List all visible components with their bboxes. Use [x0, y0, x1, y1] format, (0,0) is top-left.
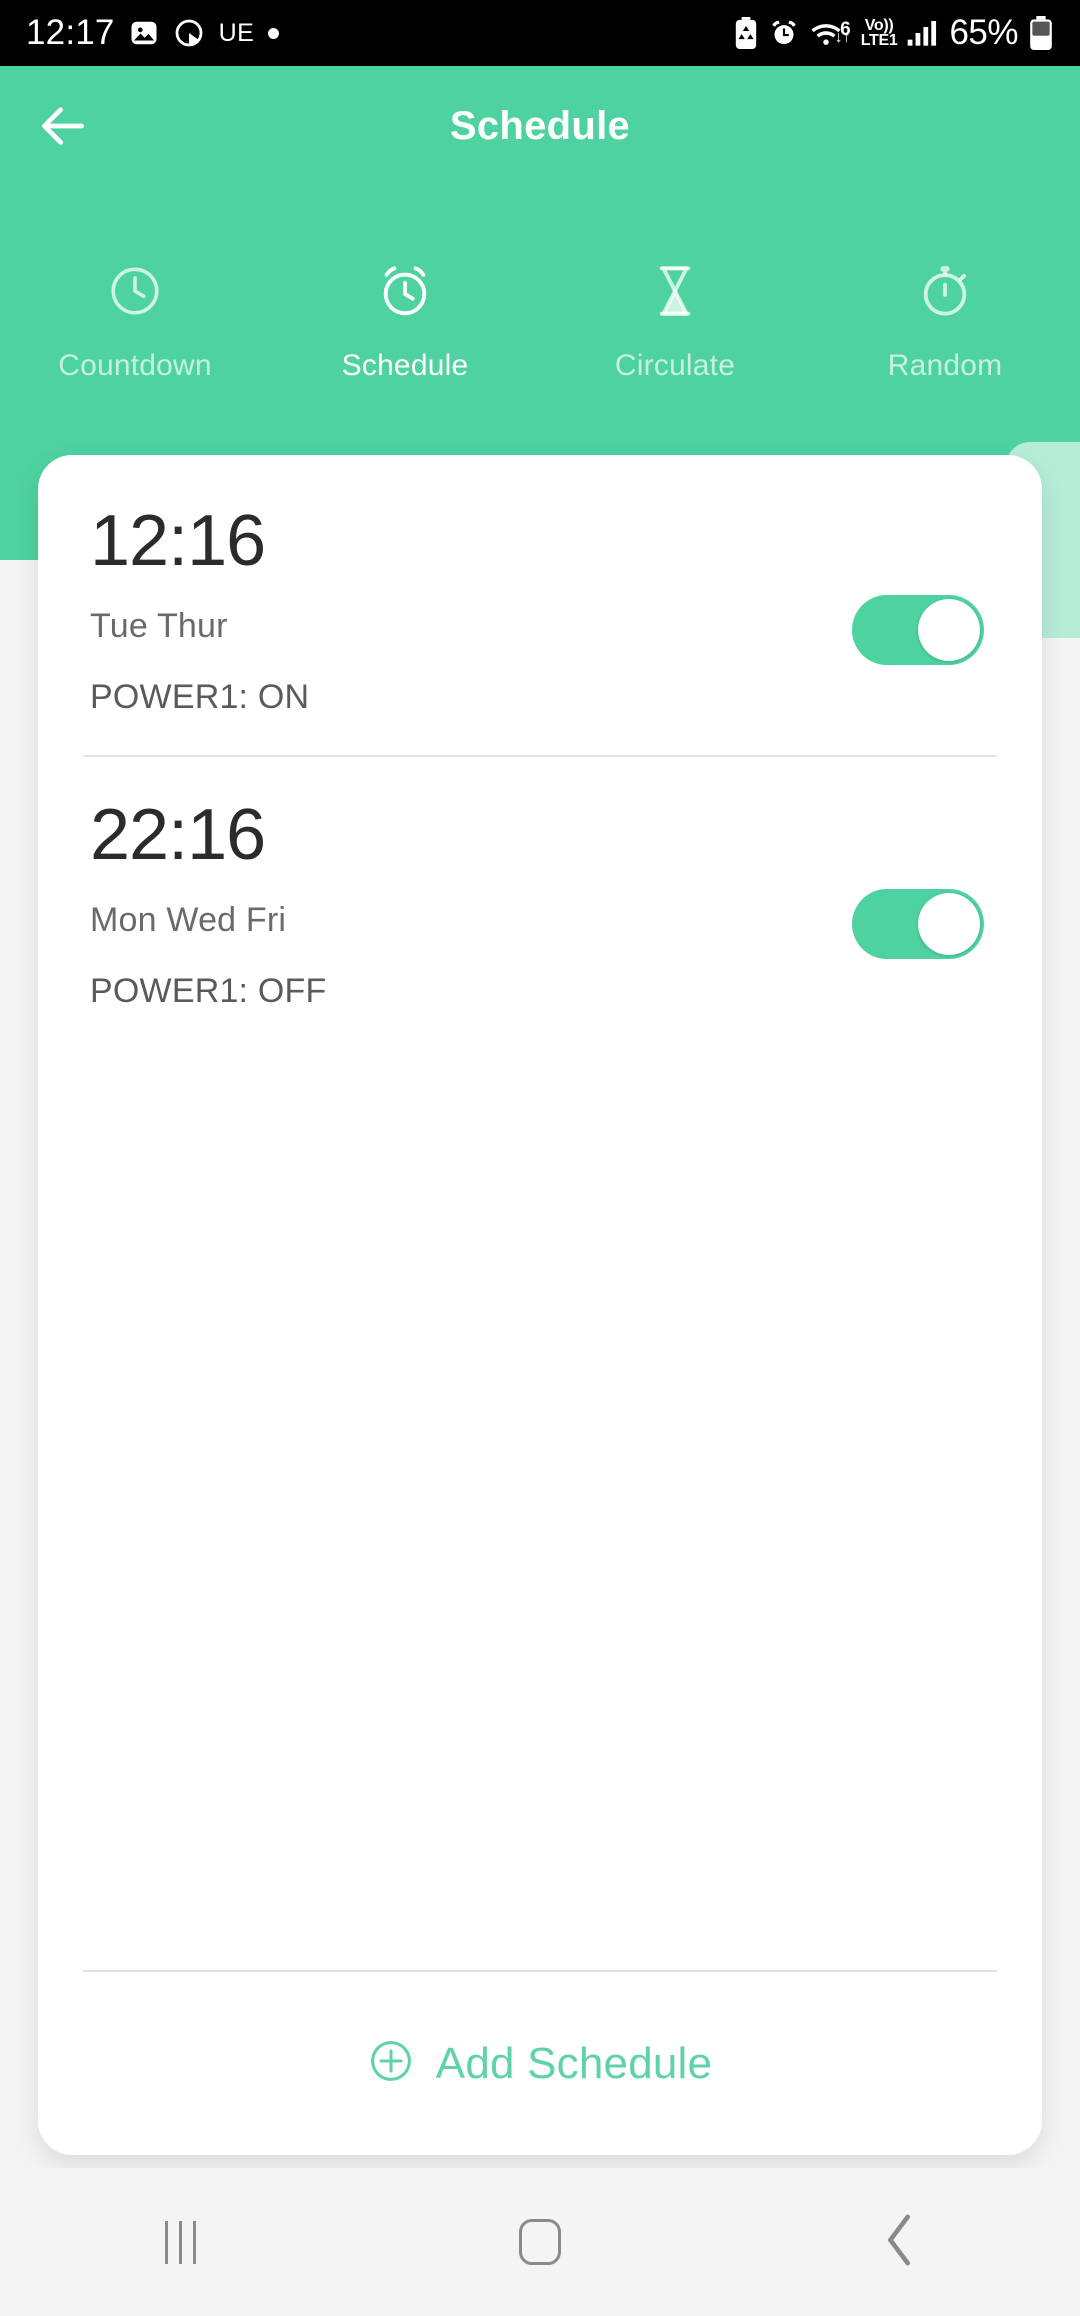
wifi-icon: 6 ↓↑ [809, 19, 851, 47]
toggle-knob [918, 893, 980, 955]
toggle-knob [918, 599, 980, 661]
tab-circulate[interactable]: Circulate [540, 255, 810, 383]
page-title: Schedule [449, 103, 631, 148]
signal-icon [907, 19, 939, 47]
home-icon [519, 2219, 561, 2265]
schedule-card: 12:16 Tue Thur POWER1: ON 22:16 Mon Wed … [38, 455, 1042, 2155]
circle-loading-icon [173, 17, 205, 49]
battery-saver-icon [733, 17, 759, 49]
nav-home-button[interactable] [360, 2219, 720, 2265]
schedule-action: POWER1: OFF [90, 972, 327, 1010]
app-bar: Schedule [0, 66, 1080, 186]
battery-percent-label: 65% [949, 13, 1018, 52]
stopwatch-icon [916, 255, 974, 327]
image-icon [129, 18, 159, 48]
status-bar-clock: 12:17 [26, 13, 115, 52]
tab-countdown[interactable]: Countdown [0, 255, 270, 383]
carrier-label: UE [218, 18, 255, 47]
nav-back-button[interactable] [720, 2213, 1080, 2272]
schedule-time: 12:16 [90, 501, 266, 581]
tab-label-random: Random [887, 349, 1003, 382]
add-schedule-button[interactable]: Add Schedule [38, 1972, 1042, 2155]
status-bar-right: 6 ↓↑ Vo)) LTE1 65% [733, 13, 1054, 53]
tab-random[interactable]: Random [810, 255, 1080, 383]
schedule-item[interactable]: 12:16 Tue Thur POWER1: ON [38, 463, 1042, 755]
alarm-clock-icon [376, 255, 434, 327]
schedule-enable-toggle[interactable] [852, 595, 984, 665]
status-bar: 12:17 UE 6 ↓↑ Vo)) LTE1 65% [0, 0, 1080, 66]
phone-screen: 12:17 UE 6 ↓↑ Vo)) LTE1 65% Schedule Cou… [0, 0, 1080, 2316]
volte-line-2: LTE1 [860, 32, 898, 49]
tab-label-countdown: Countdown [58, 349, 212, 382]
schedule-enable-toggle[interactable] [852, 889, 984, 959]
plus-circle-icon [368, 2038, 414, 2089]
tab-label-schedule: Schedule [341, 349, 469, 382]
recents-icon [164, 2220, 196, 2264]
schedule-time: 22:16 [90, 795, 266, 875]
add-schedule-section: Add Schedule [38, 1970, 1042, 2155]
volte-line-1: Vo)) [864, 16, 894, 34]
system-nav-bar [0, 2168, 1080, 2316]
nav-recents-button[interactable] [0, 2220, 360, 2264]
battery-icon [1028, 16, 1054, 50]
tab-label-circulate: Circulate [614, 349, 736, 382]
add-schedule-label: Add Schedule [435, 2038, 713, 2088]
dot-indicator [268, 27, 280, 39]
tab-schedule[interactable]: Schedule [270, 255, 540, 383]
back-chevron-icon [880, 2213, 920, 2272]
wifi-data-arrows: ↓↑ [834, 29, 851, 46]
hourglass-icon [646, 255, 704, 327]
schedule-list: 12:16 Tue Thur POWER1: ON 22:16 Mon Wed … [38, 455, 1042, 1049]
back-arrow-icon[interactable] [24, 87, 102, 165]
clock-icon [106, 255, 164, 327]
mode-tab-bar: Countdown Schedule Circulate Random [0, 255, 1080, 415]
schedule-item[interactable]: 22:16 Mon Wed Fri POWER1: OFF [38, 757, 1042, 1049]
volte-icon: Vo)) LTE1 [860, 16, 898, 49]
alarm-icon [769, 18, 799, 48]
status-bar-left: 12:17 UE [26, 13, 280, 53]
schedule-action: POWER1: ON [90, 678, 310, 716]
